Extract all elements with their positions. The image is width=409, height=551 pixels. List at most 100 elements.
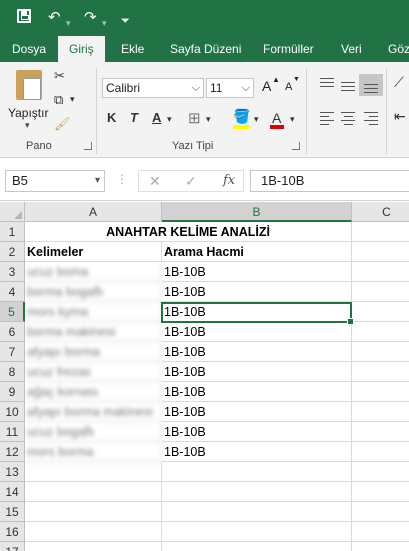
- copy-icon[interactable]: ⧉: [54, 92, 63, 108]
- align-right-icon[interactable]: [364, 112, 378, 128]
- worksheet-grid[interactable]: A B C 1 ANAHTAR KELİME ANALİZİ 2 Kelimeler A…: [0, 202, 409, 551]
- cell-c2[interactable]: [352, 242, 409, 262]
- cell-c3[interactable]: [352, 262, 409, 282]
- cell-a7[interactable]: afyapı borma: [25, 342, 162, 362]
- cell-c9[interactable]: [352, 382, 409, 402]
- cell-b13[interactable]: [162, 462, 352, 482]
- tab-formuller[interactable]: Formüller: [263, 36, 314, 62]
- row-header-1[interactable]: 1: [0, 222, 25, 242]
- row-header-11[interactable]: 11: [0, 422, 25, 442]
- fill-color-dropdown-icon[interactable]: ▾: [254, 114, 259, 125]
- row-header-3[interactable]: 3: [0, 262, 25, 282]
- cell-a16[interactable]: [25, 522, 162, 542]
- row-header-17[interactable]: 17: [0, 542, 25, 551]
- cell-a3[interactable]: ucuz boma: [25, 262, 162, 282]
- cell-b8[interactable]: 1B-10B: [162, 362, 352, 382]
- column-header-b[interactable]: B: [162, 202, 352, 222]
- orientation-icon[interactable]: ⟋: [394, 74, 404, 91]
- tab-dosya[interactable]: Dosya: [12, 36, 46, 62]
- row-header-13[interactable]: 13: [0, 462, 25, 482]
- row-header-10[interactable]: 10: [0, 402, 25, 422]
- active-cell-selection[interactable]: [161, 302, 354, 325]
- row-header-8[interactable]: 8: [0, 362, 25, 382]
- row-header-16[interactable]: 16: [0, 522, 25, 542]
- cell-a10[interactable]: afyapı borma makinesi: [25, 402, 162, 422]
- cell-c17[interactable]: [352, 542, 409, 551]
- cell-c1[interactable]: [352, 222, 409, 242]
- cell-b4[interactable]: 1B-10B: [162, 282, 352, 302]
- shrink-font-button[interactable]: A: [285, 81, 292, 93]
- cell-c14[interactable]: [352, 482, 409, 502]
- customize-icon[interactable]: ⏷: [121, 11, 130, 31]
- font-name-select[interactable]: Calibri ⌵: [102, 78, 204, 98]
- row-header-9[interactable]: 9: [0, 382, 25, 402]
- align-top-icon[interactable]: [320, 78, 334, 90]
- merged-title-cell[interactable]: ANAHTAR KELİME ANALİZİ: [25, 222, 352, 242]
- row-header-2[interactable]: 2: [0, 242, 25, 262]
- clipboard-launcher-icon[interactable]: [84, 142, 92, 150]
- cell-b12[interactable]: 1B-10B: [162, 442, 352, 462]
- copy-dropdown-icon[interactable]: ▾: [70, 94, 75, 105]
- cell-b10[interactable]: 1B-10B: [162, 402, 352, 422]
- cell-c4[interactable]: [352, 282, 409, 302]
- cell-b11[interactable]: 1B-10B: [162, 422, 352, 442]
- redo-icon[interactable]: ↷: [84, 8, 97, 28]
- row-header-12[interactable]: 12: [0, 442, 25, 462]
- align-center-icon[interactable]: [341, 112, 355, 128]
- cell-a4[interactable]: borma bogaflı: [25, 282, 162, 302]
- cell-a12[interactable]: mors borma: [25, 442, 162, 462]
- formula-bar-grip-icon[interactable]: ⋮: [116, 172, 128, 186]
- cell-b14[interactable]: [162, 482, 352, 502]
- cell-c13[interactable]: [352, 462, 409, 482]
- cell-b7[interactable]: 1B-10B: [162, 342, 352, 362]
- font-color-button[interactable]: A: [272, 110, 281, 126]
- cell-a15[interactable]: [25, 502, 162, 522]
- cut-icon[interactable]: ✂: [54, 68, 65, 84]
- cell-c16[interactable]: [352, 522, 409, 542]
- column-header-c[interactable]: C: [352, 202, 409, 222]
- cell-c5[interactable]: [352, 302, 409, 322]
- cell-a9[interactable]: ağaç kornası: [25, 382, 162, 402]
- fill-color-icon[interactable]: 🪣: [233, 108, 250, 125]
- cell-a11[interactable]: ucuz bogaflı: [25, 422, 162, 442]
- cell-c12[interactable]: [352, 442, 409, 462]
- row-header-14[interactable]: 14: [0, 482, 25, 502]
- select-all-button[interactable]: [0, 202, 25, 222]
- tab-giris[interactable]: Giriş: [58, 36, 105, 62]
- cell-c6[interactable]: [352, 322, 409, 342]
- column-header-a[interactable]: A: [25, 202, 162, 222]
- cell-c7[interactable]: [352, 342, 409, 362]
- paste-button-label[interactable]: Yapıştır: [8, 106, 48, 120]
- cell-c8[interactable]: [352, 362, 409, 382]
- cell-b2[interactable]: Arama Hacmi: [162, 242, 352, 262]
- cell-a13[interactable]: [25, 462, 162, 482]
- row-header-15[interactable]: 15: [0, 502, 25, 522]
- cell-c10[interactable]: [352, 402, 409, 422]
- italic-button[interactable]: T: [130, 110, 138, 125]
- font-launcher-icon[interactable]: [292, 142, 300, 150]
- row-header-6[interactable]: 6: [0, 322, 25, 342]
- name-box[interactable]: B5 ▾: [5, 170, 105, 192]
- save-icon[interactable]: [17, 9, 31, 23]
- cell-b15[interactable]: [162, 502, 352, 522]
- cell-a6[interactable]: borma makinesi: [25, 322, 162, 342]
- row-header-5[interactable]: 5: [0, 302, 25, 322]
- cancel-icon[interactable]: ✕: [149, 173, 161, 190]
- tab-sayfa-duzeni[interactable]: Sayfa Düzeni: [170, 36, 241, 62]
- decrease-indent-icon[interactable]: ⇤: [394, 108, 406, 125]
- undo-icon[interactable]: ↶: [48, 8, 61, 28]
- cell-b6[interactable]: 1B-10B: [162, 322, 352, 342]
- align-left-icon[interactable]: [320, 112, 334, 128]
- tab-goz[interactable]: Göz: [388, 36, 409, 62]
- cell-a2[interactable]: Kelimeler: [25, 242, 162, 262]
- font-size-select[interactable]: 11 ⌵: [206, 78, 254, 98]
- row-header-4[interactable]: 4: [0, 282, 25, 302]
- underline-button[interactable]: A: [152, 110, 161, 125]
- align-middle-icon[interactable]: [341, 82, 355, 94]
- paste-dropdown-icon[interactable]: ▾: [25, 120, 30, 131]
- cell-c11[interactable]: [352, 422, 409, 442]
- cell-b16[interactable]: [162, 522, 352, 542]
- cell-a14[interactable]: [25, 482, 162, 502]
- format-painter-icon[interactable]: 🖌: [54, 116, 71, 132]
- enter-icon[interactable]: ✓: [185, 173, 197, 190]
